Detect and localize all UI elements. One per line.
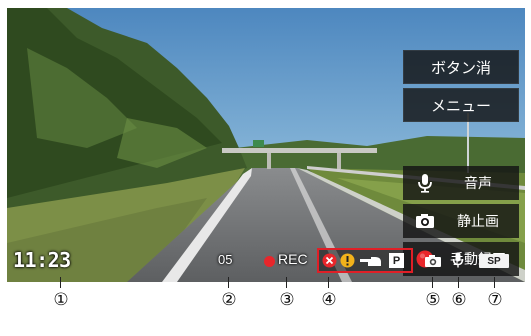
menu-button[interactable]: メニュー: [403, 88, 519, 122]
file-count: 05: [218, 252, 233, 267]
still-image-button[interactable]: 静止画: [403, 204, 519, 238]
rec-indicator-icon: [264, 256, 275, 267]
callout-tick-5: [432, 277, 433, 288]
hand-pointer-icon: [360, 257, 381, 266]
callout-2: ②: [221, 290, 237, 310]
microphone-status-icon: [452, 252, 464, 268]
dashcam-screen: ボタン消 メニュー 音声 静止画 手動録画: [7, 8, 525, 282]
audio-button[interactable]: 音声: [403, 166, 519, 200]
parking-icon: P: [389, 253, 404, 268]
callout-tick-3: [286, 277, 287, 288]
callout-5: ⑤: [425, 290, 441, 310]
callout-tick-6: [458, 277, 459, 288]
callout-4: ④: [321, 290, 337, 310]
rec-label: REC: [278, 251, 308, 267]
warning-icon: [340, 253, 355, 268]
camera-status-icon: [425, 255, 441, 267]
callout-tick-4: [328, 277, 329, 288]
callout-7: ⑦: [487, 290, 503, 310]
callout-tick-1: [60, 277, 61, 288]
status-icon-group: P: [317, 248, 413, 273]
callout-3: ③: [279, 290, 295, 310]
error-x-icon: [322, 253, 337, 268]
microphone-icon: [418, 174, 432, 193]
still-image-label: 静止画: [457, 214, 499, 230]
audio-label: 音声: [464, 176, 492, 192]
camera-icon: [416, 214, 434, 228]
callout-6: ⑥: [451, 290, 467, 310]
clock-display: 11:23: [13, 248, 71, 272]
callout-tick-7: [494, 277, 495, 288]
speed-badge: SP: [479, 254, 509, 268]
callout-tick-2: [228, 277, 229, 288]
hide-buttons-button[interactable]: ボタン消: [403, 50, 519, 84]
callout-1: ①: [53, 290, 69, 310]
